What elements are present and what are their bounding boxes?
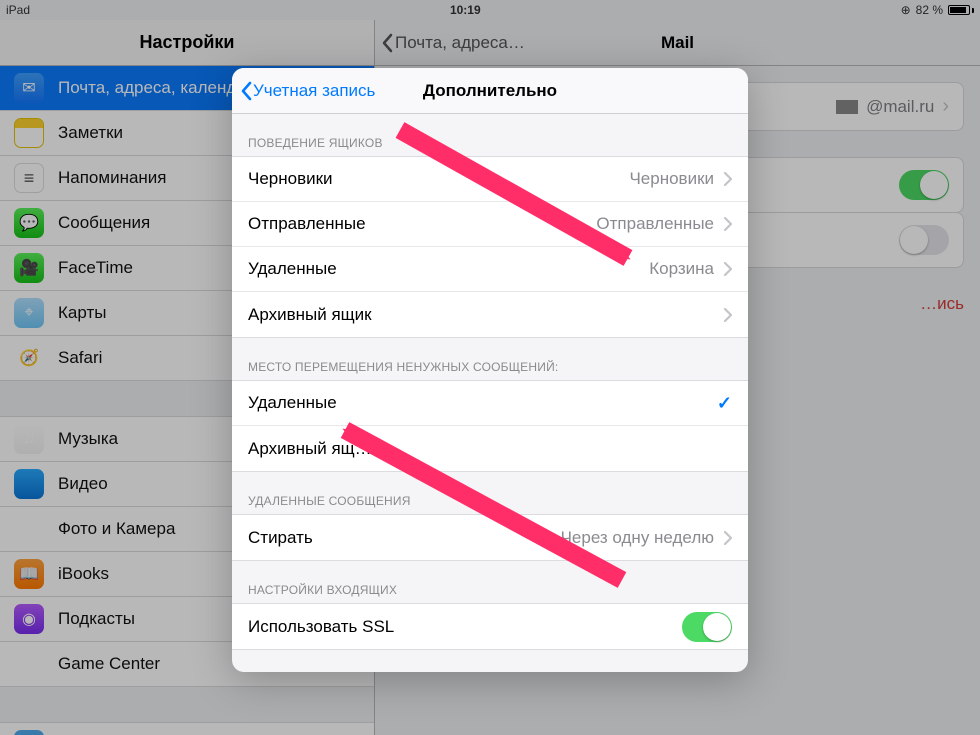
- chevron-right-icon: [724, 308, 732, 322]
- section-deleted-header: УДАЛЕННЫЕ СООБЩЕНИЯ: [232, 472, 748, 514]
- row-value: Отправленные: [596, 214, 714, 234]
- chevron-right-icon: [724, 531, 732, 545]
- ssl-toggle[interactable]: [682, 612, 732, 642]
- section-incoming-header: НАСТРОЙКИ ВХОДЯЩИХ: [232, 561, 748, 603]
- checkmark-icon: ✓: [717, 393, 732, 414]
- row-value: Черновики: [629, 169, 714, 189]
- mailbox-behavior-row[interactable]: Черновики Черновики: [232, 157, 748, 202]
- chevron-right-icon: [724, 217, 732, 231]
- discard-option-row[interactable]: Архивный ящ…: [232, 426, 748, 471]
- row-label: Архивный ящ…: [248, 439, 372, 459]
- modal-back-label: Учетная запись: [253, 81, 375, 101]
- erase-value: Через одну неделю: [561, 528, 714, 548]
- ssl-row[interactable]: Использовать SSL: [232, 604, 748, 649]
- chevron-right-icon: [724, 172, 732, 186]
- row-label: Черновики: [248, 169, 333, 189]
- erase-label: Стирать: [248, 528, 313, 548]
- erase-row[interactable]: Стирать Через одну неделю: [232, 515, 748, 560]
- row-label: Удаленные: [248, 259, 337, 279]
- row-label: Архивный ящик: [248, 305, 372, 325]
- modal-back-button[interactable]: Учетная запись: [240, 81, 375, 101]
- section-discard-header: МЕСТО ПЕРЕМЕЩЕНИЯ НЕНУЖНЫХ СООБЩЕНИЙ:: [232, 338, 748, 380]
- row-label: Отправленные: [248, 214, 366, 234]
- chevron-right-icon: [724, 262, 732, 276]
- advanced-modal: Учетная запись Дополнительно ПОВЕДЕНИЕ Я…: [232, 68, 748, 672]
- row-value: Корзина: [649, 259, 714, 279]
- mailbox-behavior-row[interactable]: Удаленные Корзина: [232, 247, 748, 292]
- ssl-label: Использовать SSL: [248, 617, 394, 637]
- row-label: Удаленные: [248, 393, 337, 413]
- section-behavior-header: ПОВЕДЕНИЕ ЯЩИКОВ: [232, 114, 748, 156]
- mailbox-behavior-row[interactable]: Отправленные Отправленные: [232, 202, 748, 247]
- modal-title: Дополнительно: [423, 81, 557, 101]
- mailbox-behavior-row[interactable]: Архивный ящик: [232, 292, 748, 337]
- discard-option-row[interactable]: Удаленные ✓: [232, 381, 748, 426]
